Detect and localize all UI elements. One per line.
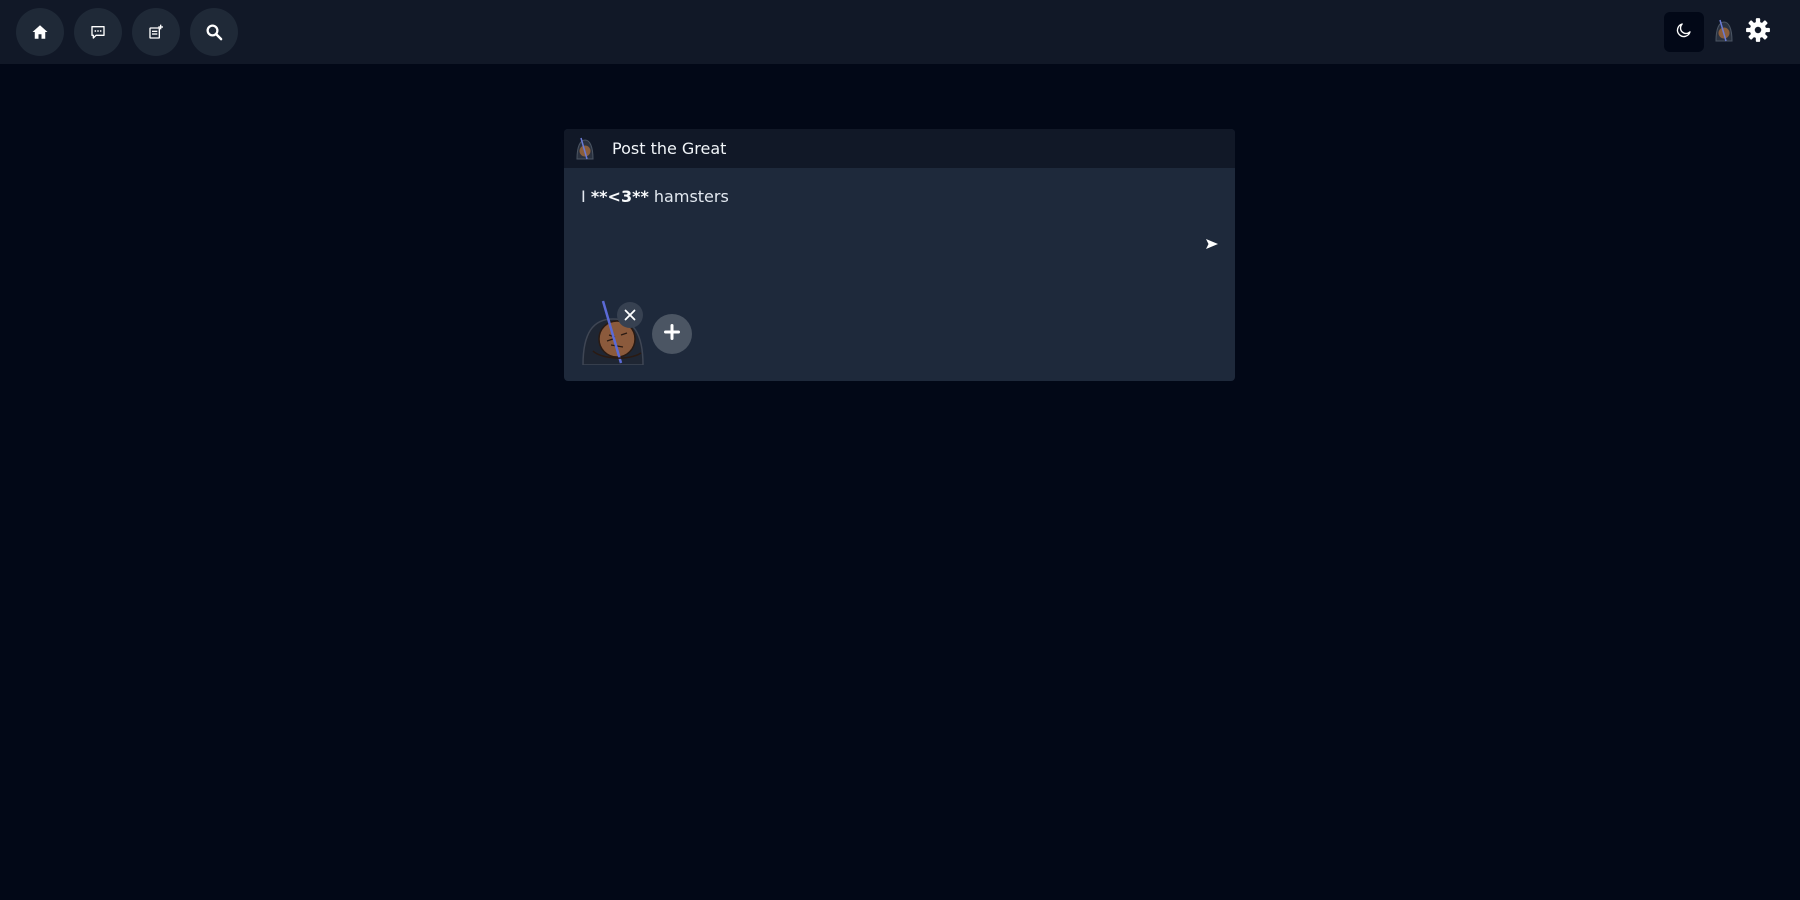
- post-composer-card: Post the Great I **<3** hamsters: [564, 129, 1235, 381]
- search-icon: [205, 23, 223, 41]
- top-navigation-bar: [0, 0, 1800, 64]
- search-button[interactable]: [190, 8, 238, 56]
- theme-toggle-button[interactable]: [1664, 12, 1704, 52]
- user-avatar[interactable]: [1713, 18, 1735, 46]
- post-text-prefix: I: [581, 187, 591, 206]
- send-icon: [1205, 235, 1219, 254]
- gear-icon: [1745, 17, 1771, 47]
- composer-title: Post the Great: [612, 139, 727, 158]
- avatar-icon: [576, 137, 594, 160]
- moon-icon: [1675, 21, 1693, 43]
- new-post-icon: [148, 24, 164, 40]
- home-button[interactable]: [16, 8, 64, 56]
- post-text-bold: **<3**: [590, 187, 649, 206]
- send-button[interactable]: [1204, 236, 1220, 252]
- author-avatar: [574, 136, 596, 160]
- home-icon: [31, 23, 49, 41]
- settings-button[interactable]: [1743, 17, 1773, 47]
- post-text-suffix: hamsters: [648, 187, 729, 206]
- avatar-icon: [1713, 18, 1735, 46]
- composer-header: Post the Great: [564, 129, 1235, 168]
- new-post-button[interactable]: [132, 8, 180, 56]
- add-attachment-button[interactable]: [652, 314, 692, 354]
- close-icon: [624, 306, 636, 325]
- post-text-input[interactable]: I **<3** hamsters: [581, 186, 729, 207]
- remove-attachment-button[interactable]: [617, 302, 643, 328]
- messages-button[interactable]: [74, 8, 122, 56]
- chat-icon: [90, 24, 106, 40]
- plus-icon: [664, 324, 680, 344]
